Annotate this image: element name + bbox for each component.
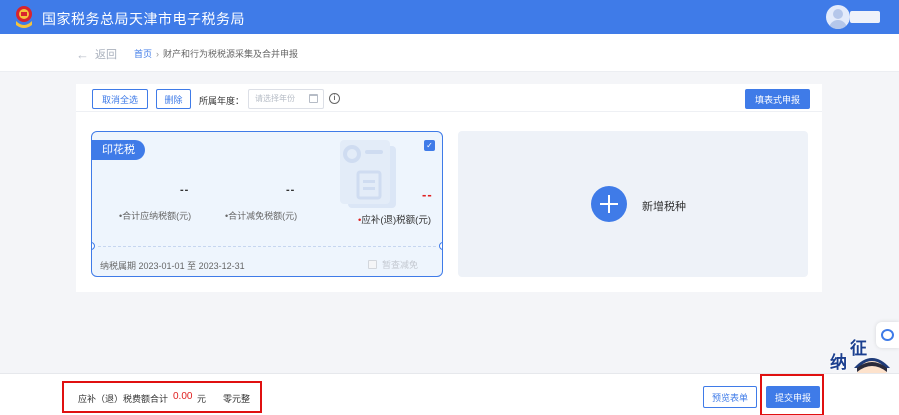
total-unit: 元 [197, 394, 207, 404]
toolbar: 取消全选 删除 所属年度： 请选择年份 i 填表式申报 [76, 84, 822, 112]
calendar-icon[interactable] [309, 94, 318, 103]
document-watermark-icon [340, 140, 396, 208]
card-divider [98, 246, 436, 247]
arrow-left-icon: ← [76, 46, 89, 62]
total-reduction-label: •合计减免税额(元) [225, 211, 298, 221]
total-amount-words: 零元整 [223, 394, 251, 404]
card-checkbox[interactable]: ✓ [424, 140, 435, 151]
card-notch [439, 242, 442, 250]
total-amount: 0.00 [173, 391, 193, 402]
total-label: 应补（退）税费额合计 [78, 394, 169, 404]
total-payable-value: -- [180, 184, 190, 196]
total-summary-highlight: 应补（退）税费额合计 0.00 元 零元整 [62, 381, 262, 413]
exempt-option[interactable]: 暂查减免 [368, 258, 418, 271]
tax-card-stamp-duty[interactable]: 印花税 ✓ -- •合计应纳税额(元) -- •合计减免税额(元) -- •应补… [91, 131, 443, 277]
exempt-label: 暂查减免 [382, 260, 419, 270]
refund-due-label: •应补(退)税额(元) [358, 215, 431, 226]
refund-due-value: -- [422, 187, 433, 202]
preview-form-button[interactable]: 预览表单 [703, 386, 757, 408]
fill-form-report-button[interactable]: 填表式申报 [745, 89, 810, 109]
chevron-right-icon: › [156, 48, 160, 59]
back-label: 返回 [95, 49, 117, 61]
delete-button[interactable]: 删除 [156, 89, 191, 109]
total-payable-label: •合计应纳税额(元) [119, 211, 192, 221]
top-header: 国家税务总局天津市电子税务局 [0, 0, 899, 34]
tax-period: 纳税属期 2023-01-01 至 2023-12-31 [100, 261, 245, 271]
back-button[interactable]: ← 返回 [76, 46, 117, 62]
info-icon[interactable]: i [329, 93, 340, 104]
total-reduction-value: -- [286, 184, 296, 196]
user-avatar[interactable] [826, 5, 850, 29]
cancel-select-all-button[interactable]: 取消全选 [92, 89, 148, 109]
year-picker-input[interactable]: 请选择年份 [248, 89, 324, 109]
footer-bar: 应补（退）税费额合计 0.00 元 零元整 预览表单 提交申报 [0, 373, 899, 415]
user-name-masked[interactable] [850, 11, 880, 23]
year-placeholder: 请选择年份 [255, 94, 295, 103]
year-label: 所属年度： [199, 96, 245, 106]
breadcrumb-current: 财产和行为税税源采集及合并申报 [163, 49, 299, 59]
card-notch [92, 242, 95, 250]
exempt-checkbox[interactable] [368, 260, 377, 269]
tax-panel: 印花税 ✓ -- •合计应纳税额(元) -- •合计减免税额(元) -- •应补… [76, 112, 822, 292]
breadcrumb-bar: ← 返回 首页 › 财产和行为税税源采集及合并申报 [0, 34, 899, 72]
tax-name-tag: 印花税 [92, 140, 145, 160]
tax-emblem-icon [16, 6, 32, 28]
site-title: 国家税务总局天津市电子税务局 [42, 11, 245, 27]
add-tax-type-label: 新增税种 [642, 201, 686, 213]
add-tax-type-card[interactable]: 新增税种 [458, 131, 808, 277]
breadcrumb: 首页 › 财产和行为税税源采集及合并申报 [134, 47, 298, 60]
plus-icon[interactable] [591, 186, 627, 222]
submit-declaration-button[interactable]: 提交申报 [766, 386, 820, 408]
breadcrumb-home[interactable]: 首页 [134, 47, 152, 60]
mascot-char-1: 征 [850, 339, 867, 359]
